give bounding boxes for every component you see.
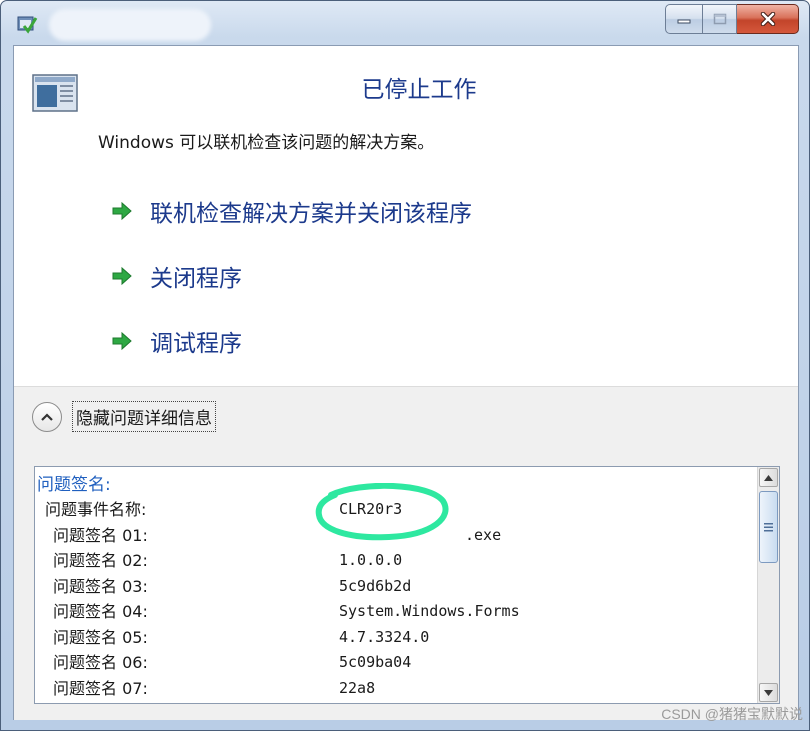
scroll-down-button[interactable] [759,683,778,702]
close-icon [760,12,775,26]
detail-value: 1.0.0.0 [339,551,403,569]
detail-key: 问题签名 07: [53,678,148,698]
detail-value: 5c9d6b2d [339,576,412,595]
detail-row: 问题签名 07: 22a8 [35,676,757,702]
detail-row: 问题签名 03: 5c9d6b2d [35,574,757,600]
detail-key: 问题签名 06: [53,653,148,672]
green-arrow-icon [112,201,132,221]
details-scrollbar[interactable] [757,467,779,703]
detail-key: 问题签名 02: [53,551,148,570]
error-dialog-window: 已停止工作 Windows 可以联机检查该问题的解决方案。 联机检查解决方案并关… [0,0,810,731]
detail-row: 问题签名 04: System.Windows.Forms [35,599,757,625]
arrow-down-icon [764,689,773,696]
detail-key: 问题事件名称: [45,500,147,519]
watermark-text: CSDN @猪猪宝默默说 [661,706,803,722]
problem-details-textbox[interactable]: 问题签名: 问题事件名称: CLR20r3 问题签名 01: .exe 问题签名… [34,466,780,704]
green-highlight-annotation [315,483,449,541]
arrow-up-icon [764,474,773,481]
close-program-command[interactable]: 关闭程序 [110,259,242,293]
check-online-solution-command[interactable]: 联机检查解决方案并关闭该程序 [110,194,472,228]
hide-details-toggle[interactable]: 隐藏问题详细信息 [32,401,216,432]
detail-key: 问题签名 04: [53,602,148,621]
grip-icon [764,522,773,531]
detail-value: .exe [465,525,502,544]
command-label: 关闭程序 [150,266,242,292]
chevron-up-icon [41,412,53,421]
detail-key: 问题签名 05: [53,627,148,647]
detail-key: 问题签名 03: [53,576,148,596]
close-button[interactable] [737,4,799,34]
detail-row: 问题签名 06: 5c09ba04 [35,650,757,676]
command-label: 联机检查解决方案并关闭该程序 [150,201,472,227]
scroll-thumb[interactable] [759,491,778,563]
problem-details-content: 问题签名: 问题事件名称: CLR20r3 问题签名 01: .exe 问题签名… [35,467,757,703]
detail-value: 22a8 [339,678,376,697]
dialog-heading: 已停止工作 [361,77,477,103]
caption-buttons [665,4,799,34]
minimize-icon [677,19,691,24]
maximize-button[interactable] [703,4,737,34]
dialog-client-area: 已停止工作 Windows 可以联机检查该问题的解决方案。 联机检查解决方案并关… [13,45,799,720]
green-arrow-icon [112,331,132,351]
debug-program-command[interactable]: 调试程序 [110,324,242,358]
program-compat-icon [17,16,38,34]
dialog-subtext: Windows 可以联机检查该问题的解决方案。 [98,133,435,153]
detail-value: 4.7.3324.0 [339,627,430,646]
hide-details-label[interactable]: 隐藏问题详细信息 [72,401,216,432]
command-label: 调试程序 [150,331,242,357]
minimize-button[interactable] [665,4,703,34]
chevron-up-button[interactable] [32,401,62,432]
detail-row: 问题签名 05: 4.7.3324.0 [35,625,757,651]
detail-value: 5c09ba04 [339,653,412,671]
window-title-redacted [49,9,211,41]
green-arrow-icon [112,266,132,286]
scroll-up-button[interactable] [759,468,778,487]
detail-row: 问题签名 02: 1.0.0.0 [35,548,757,574]
details-footer: 隐藏问题详细信息 问题签名: 问题事件名称: CLR20r3 问题签名 01: … [14,386,798,720]
title-bar[interactable] [1,1,809,45]
maximize-icon [713,13,726,25]
detail-value: System.Windows.Forms [339,602,520,620]
detail-key: 问题签名 01: [53,525,148,545]
